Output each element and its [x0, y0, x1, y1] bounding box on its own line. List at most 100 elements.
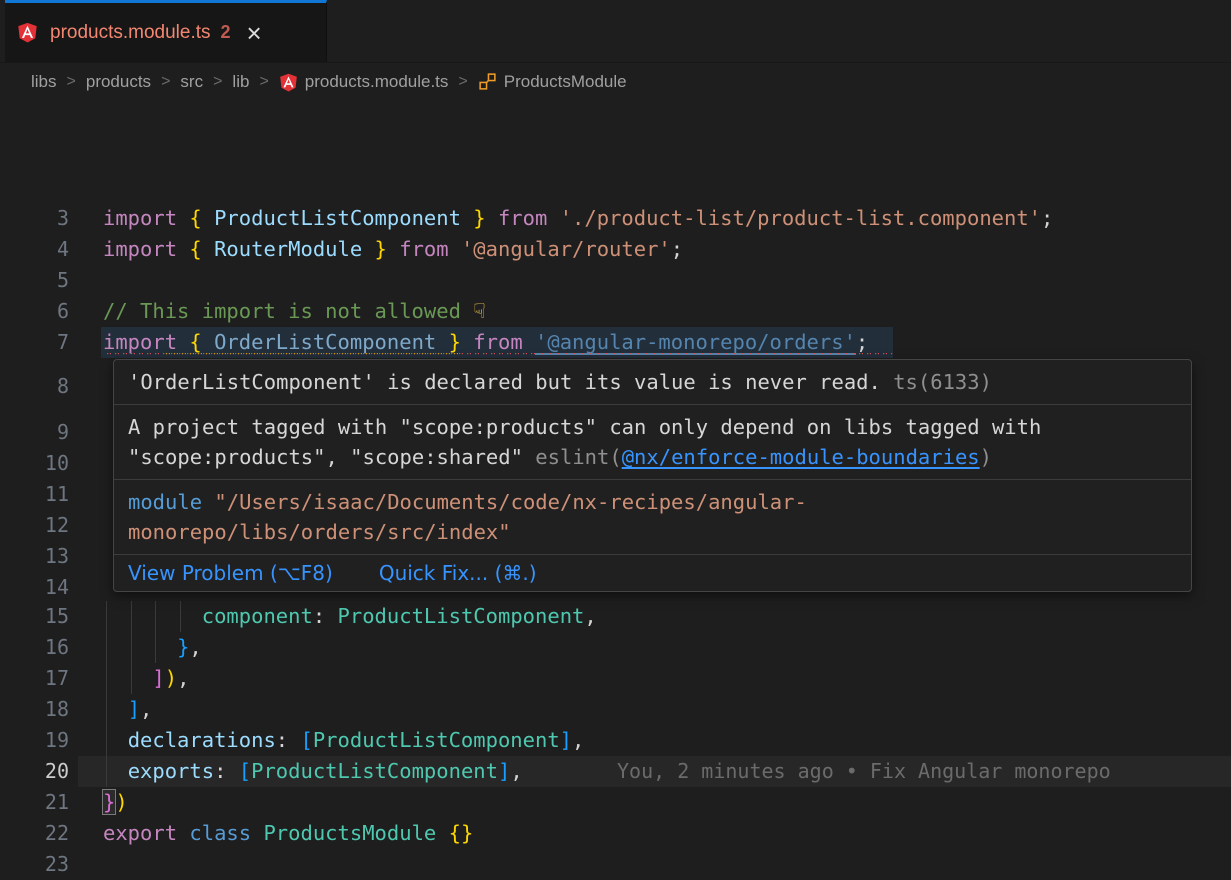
breadcrumb-item-src[interactable]: src [180, 72, 203, 92]
eslint-rule-link[interactable]: @nx/enforce-module-boundaries [622, 445, 980, 469]
angular-icon [17, 22, 38, 43]
code-token [103, 604, 202, 628]
line-number: 14 [0, 572, 69, 603]
code-token: } [449, 330, 461, 354]
code-line-6[interactable]: // This import is not allowed ☟ [103, 296, 486, 327]
hover-message-line: module "/Users/isaac/Documents/code/nx-r… [128, 487, 1177, 517]
breadcrumb-label: lib [232, 72, 249, 92]
hover-message-line: monorepo/libs/orders/src/index" [128, 517, 1177, 547]
close-icon[interactable]: × [247, 20, 262, 46]
hover-message-line: A project tagged with "scope:products" c… [128, 412, 1177, 442]
line-number: 12 [0, 510, 69, 541]
tab-bar: products.module.ts 2 × [0, 0, 1231, 63]
line-number: 19 [0, 725, 69, 756]
code-line-21[interactable]: }) [103, 787, 128, 818]
hover-section: 'OrderListComponent' is declared but its… [114, 360, 1191, 405]
code-token: ] [560, 728, 572, 752]
quick-fix-link[interactable]: Quick Fix... (⌘.) [379, 561, 537, 585]
breadcrumb-label: products.module.ts [305, 72, 449, 92]
git-blame-annotation: You, 2 minutes ago • Fix Angular monorep… [617, 756, 1111, 787]
code-token: ] [152, 666, 164, 690]
code-token: class [189, 821, 251, 845]
code-token: from [473, 330, 522, 354]
tab-products-module[interactable]: products.module.ts 2 × [5, 0, 327, 62]
code-token [436, 821, 448, 845]
hover-text: A project tagged with "scope:products" c… [128, 415, 1041, 439]
breadcrumb-separator-icon: > [213, 73, 222, 91]
breadcrumb: libs > products > src > lib > products.module.t… [0, 63, 1231, 100]
breadcrumb-label: libs [31, 72, 57, 92]
code-token: import [103, 330, 177, 354]
line-number: 17 [0, 663, 69, 694]
code-token: ProductListComponent [214, 206, 461, 230]
code-line-15[interactable]: component: ProductListComponent, [103, 601, 597, 632]
code-token: RouterModule [214, 237, 362, 261]
code-token: [ [239, 759, 251, 783]
code-token: exports [128, 759, 214, 783]
code-token: // This import is not allowed [103, 299, 473, 323]
line-number: 5 [0, 265, 69, 296]
code-token: ] [128, 697, 140, 721]
breadcrumb-separator-icon: > [67, 73, 76, 91]
breadcrumb-item-products[interactable]: products [86, 72, 151, 92]
code-token: ProductListComponent [338, 604, 585, 628]
code-editor[interactable]: 34567891011121314151617181920212223 impo… [0, 100, 1231, 780]
line-number: 11 [0, 479, 69, 510]
line-number: 7 [0, 327, 69, 358]
line-number: 22 [0, 818, 69, 849]
code-line-20[interactable]: exports: [ProductListComponent], [103, 756, 523, 787]
line-number: 8 [0, 371, 69, 402]
code-token [103, 728, 128, 752]
code-token [177, 237, 189, 261]
breadcrumb-item-productsmodule[interactable]: ProductsModule [478, 72, 627, 92]
code-token [103, 759, 128, 783]
breadcrumb-label: ProductsModule [504, 72, 627, 92]
code-token [461, 206, 473, 230]
code-line-16[interactable]: }, [103, 632, 202, 663]
code-line-22[interactable]: export class ProductsModule {} [103, 818, 473, 849]
breadcrumb-separator-icon: > [458, 73, 467, 91]
code-token [177, 206, 189, 230]
code-token [202, 206, 214, 230]
line-number: 3 [0, 203, 69, 234]
hover-message-line: "scope:products", "scope:shared" eslint(… [128, 442, 1177, 472]
line-number: 18 [0, 694, 69, 725]
code-token: ; [1041, 206, 1053, 230]
tab-title: products.module.ts [50, 22, 211, 44]
code-token: } [473, 206, 485, 230]
code-token [547, 206, 559, 230]
code-line-4[interactable]: import { RouterModule } from '@angular/r… [103, 234, 683, 265]
code-token: component [202, 604, 313, 628]
hover-text: "/Users/isaac/Documents/code/nx-recipes/… [214, 490, 806, 514]
code-token: ) [115, 790, 127, 814]
code-token [177, 821, 189, 845]
code-token: } [177, 635, 189, 659]
code-token: , [140, 697, 152, 721]
class-icon [478, 72, 497, 91]
line-number: 9 [0, 417, 69, 448]
breadcrumb-item-libs[interactable]: libs [31, 72, 57, 92]
breadcrumb-separator-icon: > [259, 73, 268, 91]
breadcrumb-item-products-module-ts[interactable]: products.module.ts [279, 72, 449, 92]
code-line-18[interactable]: ], [103, 694, 152, 725]
hover-text: ts(6133) [881, 370, 992, 394]
code-token [103, 635, 177, 659]
code-line-3[interactable]: import { ProductListComponent } from './… [103, 203, 1053, 234]
hover-text: monorepo/libs/orders/src/index" [128, 520, 511, 544]
view-problem-link[interactable]: View Problem (⌥F8) [128, 561, 333, 585]
breadcrumb-item-lib[interactable]: lib [232, 72, 249, 92]
code-line-17[interactable]: ]), [103, 663, 189, 694]
line-number: 15 [0, 601, 69, 632]
code-token: , [572, 728, 584, 752]
code-token [523, 330, 535, 354]
hover-messages: 'OrderListComponent' is declared but its… [114, 360, 1191, 555]
code-token [202, 237, 214, 261]
code-token: ProductsModule [263, 821, 436, 845]
code-token: } [375, 237, 387, 261]
angular-icon [279, 72, 298, 91]
code-token: { [189, 330, 201, 354]
hover-section: A project tagged with "scope:products" c… [114, 405, 1191, 480]
code-token: [ [300, 728, 312, 752]
code-line-19[interactable]: declarations: [ProductListComponent], [103, 725, 584, 756]
warning-squiggle [162, 353, 458, 357]
